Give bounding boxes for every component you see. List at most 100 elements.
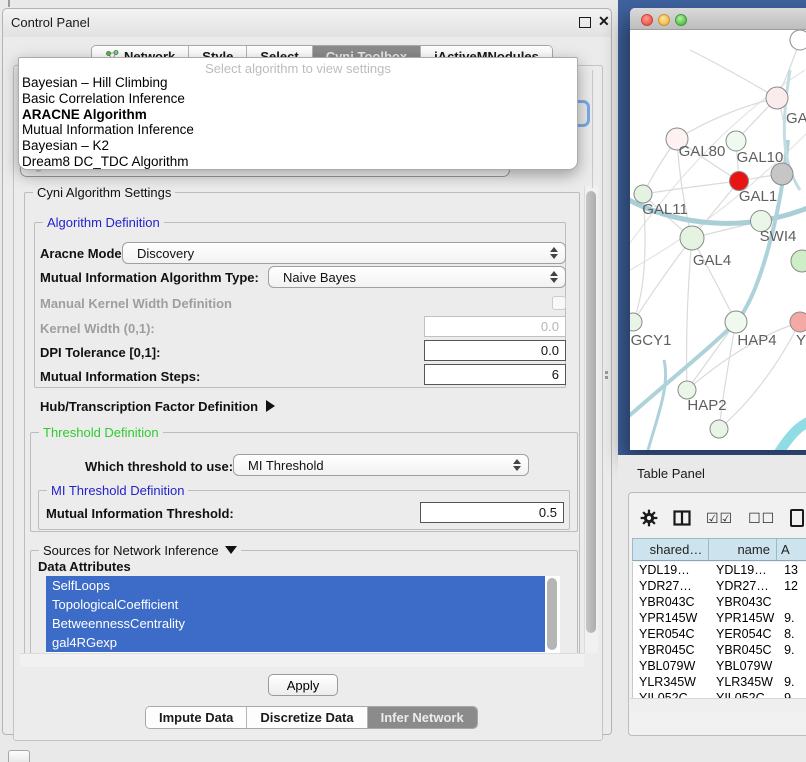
float-window-icon[interactable] [579,17,591,28]
table-row[interactable]: YER054CYER054C8. [633,626,806,642]
mac-zoom-button[interactable] [675,14,687,26]
table-panel-title: Table Panel [637,466,705,481]
which-threshold-combo[interactable]: MI Threshold [233,454,529,476]
settings-horizontal-scrollbar[interactable] [20,653,584,667]
table-cell: 9. [778,610,806,626]
columns-icon[interactable] [673,510,691,526]
table-row[interactable]: YDL19…YDL19…13 [633,562,806,578]
document-icon[interactable] [790,509,804,527]
aracne-mode-label: Aracne Mode: [40,246,126,261]
algorithm-item[interactable]: Bayesian – Hill Climbing [19,75,577,91]
table-cell: 12 [778,578,806,594]
tab-impute-data[interactable]: Impute Data [146,707,247,728]
table-row[interactable]: YBR045CYBR045C9. [633,642,806,658]
mac-close-button[interactable] [641,14,653,26]
algorithm-list: Bayesian – Hill ClimbingBasic Correlatio… [19,75,577,170]
which-threshold-label: Which threshold to use: [85,459,233,474]
checked-columns-icon[interactable]: ☑☑ [706,510,733,527]
expand-right-icon [266,400,275,412]
network-node-gcy1[interactable] [630,313,642,331]
algorithm-definition-title: Algorithm Definition [43,215,164,230]
network-node-label: Y [796,332,806,349]
aracne-mode-combo[interactable]: Discovery [122,242,566,264]
collapse-down-icon [225,546,237,554]
table-row[interactable]: YDR27…YDR27…12 [633,578,806,594]
table-cell: 13 [778,562,806,578]
algorithm-item[interactable]: ARACNE Algorithm [19,107,577,123]
network-node-gal4[interactable] [680,226,704,250]
splitter-grip[interactable] [605,371,609,380]
algorithm-item[interactable]: Dream8 DC_TDC Algorithm [19,154,577,170]
network-canvas[interactable]: GALGAL80GAL10GAL1GAL11SWI4GAL4GCY1HAP4YH… [630,30,806,450]
manual-kernel-checkbox[interactable] [552,296,566,310]
network-node[interactable] [790,30,806,50]
table-cell: YBR045C [633,642,710,658]
table-cell: YER054C [633,626,710,642]
table-row[interactable]: YBR043CYBR043C [633,594,806,610]
table-row[interactable]: YPR145WYPR145W9. [633,610,806,626]
network-node-label: GAL [786,110,806,127]
network-node[interactable] [791,250,806,272]
mac-minimize-button[interactable] [658,14,670,26]
network-node-label: HAP2 [687,397,726,414]
table-horizontal-scrollbar[interactable] [630,698,806,711]
attribute-item[interactable]: TopologicalCoefficient [46,595,545,614]
tab-infer-network[interactable]: Infer Network [368,707,477,728]
apply-button[interactable]: Apply [268,674,338,696]
table-column-header[interactable]: A [777,539,806,560]
table-cell: 9. [778,674,806,690]
settings-vertical-scrollbar-thumb[interactable] [586,191,596,633]
network-node-gal[interactable] [766,87,788,109]
hub-definition-toggle[interactable]: Hub/Transcription Factor Definition [40,399,275,414]
stepper-arrows-icon [550,271,558,283]
network-node-label: GAL1 [739,188,777,205]
mi-type-value: Naive Bayes [283,270,356,285]
close-icon[interactable]: ✕ [598,13,610,30]
sources-group-toggle[interactable]: Sources for Network Inference [39,543,241,558]
network-node-gal10[interactable] [726,131,746,151]
table-cell: YBR043C [633,594,710,610]
network-node-hap4[interactable] [725,311,747,333]
table-row[interactable]: YLR345WYLR345W9. [633,674,806,690]
mi-steps-field[interactable]: 6 [424,364,566,385]
tab-label: Discretize Data [260,710,353,725]
network-node[interactable] [710,420,728,438]
unchecked-columns-icon[interactable]: ☐☐ [748,510,775,527]
network-node-y[interactable] [790,312,806,332]
table-column-header[interactable]: shared… [633,539,709,560]
data-attributes-list: SelfLoopsTopologicalCoefficientBetweenne… [46,576,560,656]
network-window-titlebar[interactable] [630,8,806,30]
dpi-tolerance-label: DPI Tolerance [0,1]: [40,345,160,360]
sources-group-title: Sources for Network Inference [43,543,219,558]
attribute-item[interactable]: BetweennessCentrality [46,614,545,633]
table-cell: YDR27… [633,578,710,594]
kernel-width-field[interactable]: 0.0 [424,316,566,337]
network-view-window: GALGAL80GAL10GAL1GAL11SWI4GAL4GCY1HAP4YH… [630,8,806,450]
algorithm-item[interactable]: Bayesian – K2 [19,138,577,154]
table-row[interactable]: YBL079WYBL079W [633,658,806,674]
clipped-bottom-button[interactable] [8,750,30,762]
network-node-label: GAL10 [737,149,784,166]
mi-steps-label: Mutual Information Steps: [40,369,200,384]
algorithm-item[interactable]: Basic Correlation Inference [19,91,577,107]
attribute-item[interactable]: SelfLoops [46,576,545,595]
algorithm-item[interactable]: Mutual Information Inference [19,122,577,138]
mi-type-combo[interactable]: Naive Bayes [268,266,566,288]
table-cell: YPR145W [633,610,710,626]
tab-label: Impute Data [159,710,233,725]
table-cell: YBL079W [633,658,710,674]
table-cell: YBR043C [710,594,778,610]
network-node-label: HAP4 [737,332,776,349]
table-cell [778,658,806,674]
tab-discretize-data[interactable]: Discretize Data [247,707,367,728]
aracne-mode-value: Discovery [137,246,194,261]
table-column-header[interactable]: name [709,539,777,560]
network-node[interactable] [771,163,793,185]
mi-threshold-field[interactable]: 0.5 [420,502,564,523]
gear-icon[interactable] [640,509,658,527]
list-scrollbar-thumb[interactable] [547,578,557,650]
algorithm-placeholder: Select algorithm to view settings [19,58,577,75]
dpi-tolerance-field[interactable]: 0.0 [424,340,566,361]
attribute-item[interactable]: gal4RGexp [46,633,545,652]
tab-label: Infer Network [381,710,464,725]
